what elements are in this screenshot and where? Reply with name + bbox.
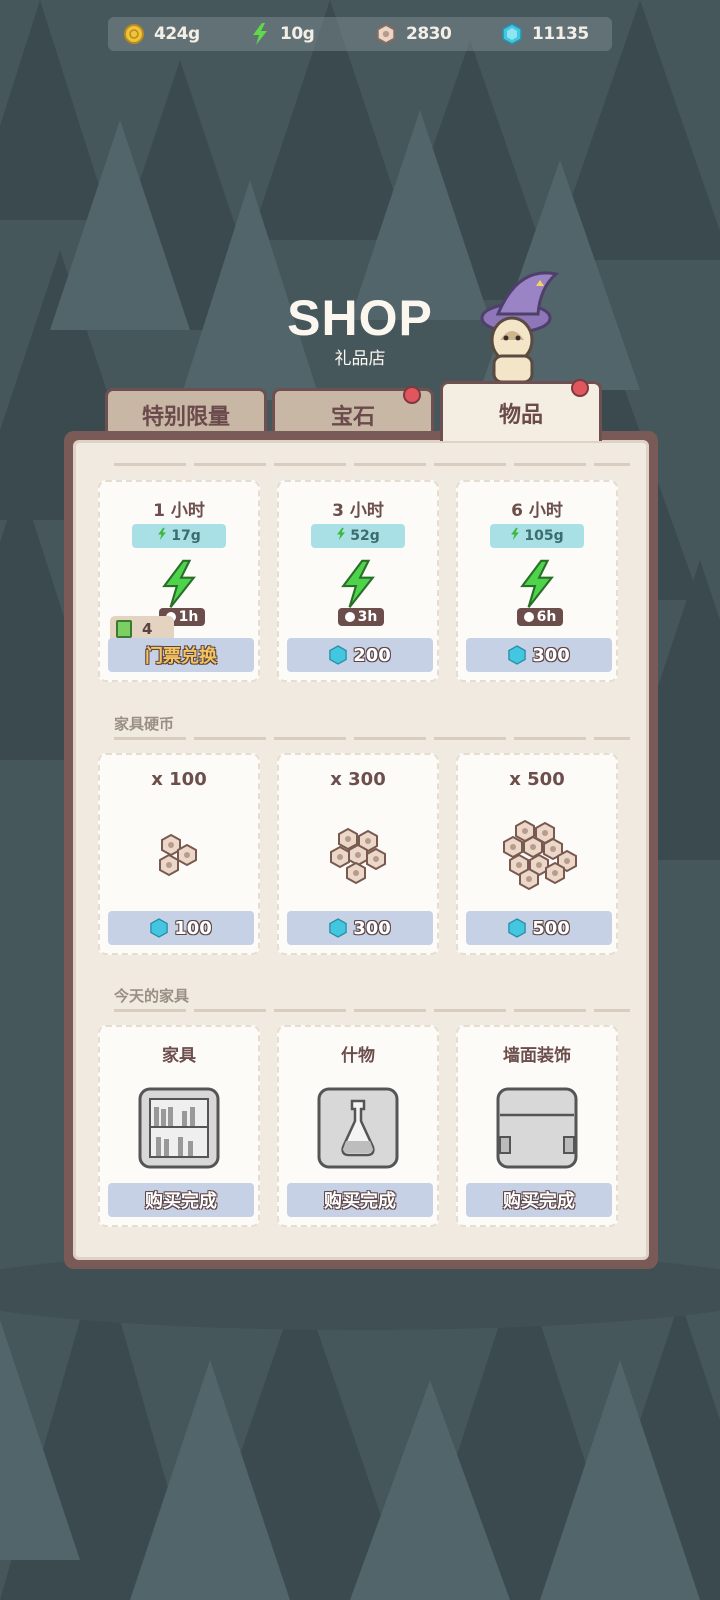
lightning-icon	[250, 23, 270, 45]
gem-resource[interactable]: 11135	[486, 23, 612, 45]
energy-card-6h[interactable]: 6 小时 105g 6h 300	[456, 480, 618, 682]
purchase-complete-button[interactable]: 购买完成	[108, 1183, 254, 1217]
energy-value: 10g	[280, 24, 315, 44]
misc-item-card[interactable]: 什物 购买完成	[277, 1025, 439, 1227]
energy-price: 52g	[350, 528, 380, 544]
coin-quantity: x 100	[151, 769, 207, 790]
energy-card-3h[interactable]: 3 小时 52g 3h 200	[277, 480, 439, 682]
furniture-card[interactable]: 家具 购买完成	[98, 1025, 260, 1227]
energy-amount: 17g	[132, 524, 226, 548]
wall-panel-icon	[458, 1087, 616, 1169]
button-label: 门票兑换	[145, 646, 217, 667]
hex-nut-cluster-icon	[279, 825, 437, 887]
nut-value: 2830	[406, 24, 452, 44]
gem-icon	[502, 23, 522, 45]
ticket-icon	[116, 620, 132, 638]
page-subtitle: 礼品店	[334, 349, 386, 369]
cat-wizard-icon	[480, 271, 560, 382]
energy-amount: 105g	[490, 524, 584, 548]
coin-card-500[interactable]: x 500 500	[456, 753, 618, 955]
button-label: 500	[532, 917, 570, 939]
hex-nut-cluster-icon	[458, 817, 616, 893]
coin-quantity: x 500	[509, 769, 565, 790]
lightning-icon	[279, 558, 437, 610]
clock-icon	[344, 612, 355, 622]
gem-value: 11135	[532, 24, 589, 44]
resource-bar: 424g 10g 2830 11135	[108, 17, 612, 51]
gold-resource[interactable]: 424g	[108, 24, 234, 44]
clock-icon	[523, 612, 534, 622]
buy-coins-button[interactable]: 300	[287, 911, 433, 945]
shop-panel-content[interactable]: 1 小时 17g 1h 4 门票兑换 3 小时 52g 3h 200 6 小时 …	[73, 440, 649, 1260]
button-label: 购买完成	[145, 1191, 217, 1212]
button-label: 购买完成	[324, 1191, 396, 1212]
divider	[114, 737, 630, 740]
buy-coins-button[interactable]: 500	[466, 911, 612, 945]
lightning-icon	[458, 558, 616, 610]
lightning-icon	[336, 527, 346, 545]
gem-icon	[150, 918, 168, 938]
ticket-exchange-button[interactable]: 门票兑换	[108, 638, 254, 672]
hex-nut-cluster-icon	[100, 831, 258, 881]
bookshelf-icon	[100, 1087, 258, 1169]
flask-icon	[279, 1087, 437, 1169]
shop-panel: 1 小时 17g 1h 4 门票兑换 3 小时 52g 3h 200 6 小时 …	[64, 431, 658, 1269]
duration-value: 3h	[357, 609, 378, 625]
divider	[114, 1009, 630, 1012]
notification-dot	[571, 379, 589, 397]
energy-price: 105g	[524, 528, 564, 544]
tab-label: 宝石	[330, 404, 375, 430]
furniture-title: 什物	[341, 1046, 375, 1066]
section-label-coins: 家具硬币	[114, 715, 175, 733]
coin-card-100[interactable]: x 100 100	[98, 753, 260, 955]
energy-title: 6 小时	[511, 501, 563, 521]
gold-value: 424g	[154, 24, 200, 44]
section-label-furniture: 今天的家具	[114, 987, 190, 1005]
energy-title: 1 小时	[153, 501, 205, 521]
lightning-icon	[157, 527, 167, 545]
tab-label: 特别限量	[141, 404, 230, 430]
notification-dot	[403, 386, 421, 404]
duration-value: 6h	[536, 609, 557, 625]
ticket-count: 4	[142, 620, 153, 638]
lightning-icon	[100, 558, 258, 610]
energy-amount: 52g	[311, 524, 405, 548]
button-label: 购买完成	[503, 1191, 575, 1212]
buy-energy-button[interactable]: 300	[466, 638, 612, 672]
energy-price: 17g	[171, 528, 201, 544]
duration-badge: 6h	[517, 608, 563, 626]
shop-title-block: SHOP 礼品店	[0, 290, 720, 369]
button-label: 100	[174, 917, 212, 939]
coin-quantity: x 300	[330, 769, 386, 790]
page-title: SHOP	[287, 290, 433, 346]
gem-icon	[329, 645, 347, 665]
gold-coin-icon	[124, 24, 144, 44]
tab-label: 物品	[498, 402, 543, 428]
hex-nut-icon	[376, 23, 396, 45]
gem-icon	[508, 645, 526, 665]
purchase-complete-button[interactable]: 购买完成	[287, 1183, 433, 1217]
energy-title: 3 小时	[332, 501, 384, 521]
buy-energy-button[interactable]: 200	[287, 638, 433, 672]
purchase-complete-button[interactable]: 购买完成	[466, 1183, 612, 1217]
button-label: 200	[353, 644, 391, 666]
divider	[114, 463, 630, 466]
button-label: 300	[353, 917, 391, 939]
lightning-icon	[510, 527, 520, 545]
gem-icon	[329, 918, 347, 938]
wall-decor-card[interactable]: 墙面装饰 购买完成	[456, 1025, 618, 1227]
buy-coins-button[interactable]: 100	[108, 911, 254, 945]
duration-badge: 3h	[338, 608, 384, 626]
furniture-title: 家具	[162, 1046, 196, 1066]
duration-value: 1h	[178, 609, 199, 625]
energy-card-1h[interactable]: 1 小时 17g 1h 4 门票兑换	[98, 480, 260, 682]
button-label: 300	[532, 644, 570, 666]
gem-icon	[508, 918, 526, 938]
nut-resource[interactable]: 2830	[360, 23, 486, 45]
coin-card-300[interactable]: x 300 300	[277, 753, 439, 955]
tab-items[interactable]: 物品	[440, 379, 602, 441]
furniture-title: 墙面装饰	[503, 1046, 571, 1066]
energy-resource[interactable]: 10g	[234, 23, 360, 45]
